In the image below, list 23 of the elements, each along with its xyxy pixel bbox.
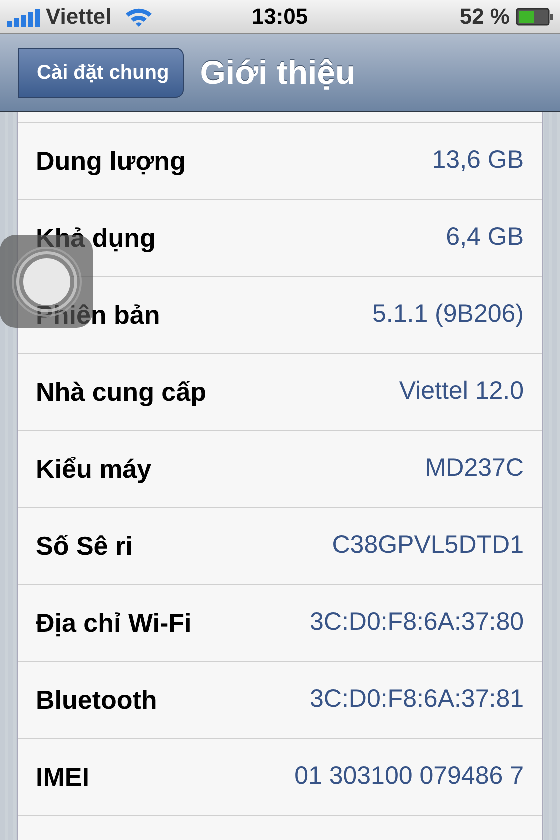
- row-value: C38GPVL5DTD1: [332, 530, 524, 562]
- row-label: IMEI: [36, 760, 90, 794]
- row-value: MD237C: [425, 453, 524, 484]
- row-value: 3C:D0:F8:6A:37:81: [310, 684, 524, 716]
- row-label: Bluetooth: [36, 684, 158, 716]
- row-value: 13,6 GB: [432, 145, 524, 176]
- row-value: Viettel 12.0: [399, 376, 524, 408]
- signal-icon: [6, 6, 42, 26]
- row-label: Kiểu máy: [36, 452, 152, 486]
- row-label: Địa chỉ Wi-Fi: [36, 606, 192, 640]
- battery-icon: [516, 6, 554, 26]
- page-title: Giới thiệu: [200, 52, 356, 93]
- row-label: Dung lượng: [36, 144, 186, 178]
- row-label: Nhà cung cấp: [36, 376, 206, 408]
- row-label: Số Sê ri: [36, 530, 133, 562]
- carrier-name: Viettel: [46, 3, 112, 31]
- battery-percentage: 52 %: [460, 3, 510, 31]
- clock-time: 13:05: [252, 3, 308, 31]
- row-value: 01 303100 079486 7: [294, 761, 524, 792]
- row-value: 3C:D0:F8:6A:37:80: [310, 607, 524, 638]
- back-button[interactable]: Cài đặt chung: [18, 48, 184, 98]
- row-value: 6,4 GB: [446, 222, 524, 254]
- row-value: 5.1.1 (9B206): [372, 299, 524, 330]
